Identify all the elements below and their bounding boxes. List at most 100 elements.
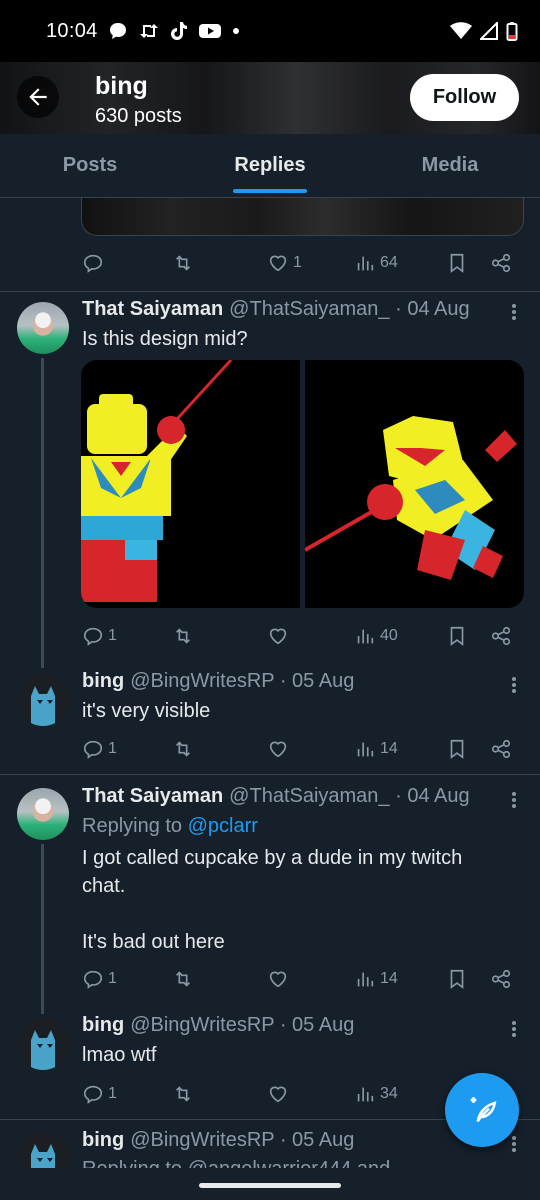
repost-button[interactable]: [172, 968, 194, 990]
more-options-button[interactable]: [505, 1017, 523, 1041]
reply-count: 1: [108, 740, 117, 757]
bookmark-button[interactable]: [446, 968, 468, 990]
repost-button[interactable]: [172, 738, 194, 760]
more-options-button[interactable]: [505, 788, 523, 812]
bookmark-icon: [450, 253, 464, 273]
tweet-actions: 1 64: [82, 248, 522, 278]
like-button[interactable]: 1: [267, 252, 302, 274]
heart-icon: [269, 741, 287, 758]
tab-media[interactable]: Media: [360, 134, 540, 197]
like-button[interactable]: [267, 1083, 289, 1105]
reply-count: 1: [108, 970, 117, 987]
tab-label: Replies: [234, 154, 306, 176]
tweet-header: bing @BingWritesRP · 05 Aug: [82, 670, 354, 693]
author-handle[interactable]: @ThatSaiyaman_ · 04 Aug: [229, 785, 469, 808]
compose-feather-icon: [470, 1097, 497, 1123]
author-handle[interactable]: @BingWritesRP · 05 Aug: [130, 670, 354, 693]
views-button[interactable]: 34: [354, 1083, 398, 1105]
reply-button[interactable]: 1: [82, 738, 117, 760]
mention-link[interactable]: @pclarr: [188, 815, 258, 837]
avatar[interactable]: [17, 674, 69, 726]
system-nav-bar: [0, 1168, 540, 1200]
tiktok-icon: [170, 22, 187, 40]
media-image-right[interactable]: [305, 360, 524, 608]
avatar[interactable]: [17, 788, 69, 840]
reply-icon: [83, 254, 103, 273]
reply-button[interactable]: [82, 252, 104, 274]
views-icon: [357, 629, 374, 644]
more-options-button[interactable]: [505, 300, 523, 324]
avatar[interactable]: [17, 302, 69, 354]
share-button[interactable]: [490, 968, 512, 990]
views-icon: [357, 256, 374, 271]
heart-icon: [269, 628, 287, 645]
author-name[interactable]: bing: [82, 670, 124, 693]
tweet-divider: [0, 774, 540, 775]
bookmark-button[interactable]: [446, 738, 468, 760]
media-image-left[interactable]: [81, 360, 300, 608]
author-name[interactable]: bing: [82, 1014, 124, 1037]
view-count: 14: [380, 740, 398, 757]
share-button[interactable]: [490, 625, 512, 647]
post-image[interactable]: [81, 198, 524, 236]
views-button[interactable]: 14: [354, 738, 398, 760]
share-button[interactable]: [490, 252, 512, 274]
like-count: 1: [293, 254, 302, 271]
more-icon: [512, 792, 516, 808]
replying-to: Replying to @angelwarrior444 and: [82, 1158, 390, 1168]
like-button[interactable]: [267, 738, 289, 760]
tab-replies[interactable]: Replies: [180, 134, 360, 197]
compose-post-button[interactable]: [445, 1073, 519, 1147]
author-handle[interactable]: @ThatSaiyaman_ · 04 Aug: [229, 298, 469, 321]
timeline[interactable]: 1 64 That Saiyaman @ThatSaiyaman_ · 04 A…: [0, 198, 540, 1168]
more-icon: [512, 1136, 516, 1152]
avatar[interactable]: [17, 1018, 69, 1070]
more-options-button[interactable]: [505, 673, 523, 697]
views-icon: [357, 972, 374, 987]
repost-icon: [175, 971, 191, 987]
author-handle[interactable]: @BingWritesRP · 05 Aug: [130, 1129, 354, 1152]
view-count: 40: [380, 627, 398, 644]
profile-header: bing 630 posts Follow: [0, 62, 540, 134]
like-button[interactable]: [267, 625, 289, 647]
back-button[interactable]: [17, 76, 59, 118]
heart-icon: [269, 1086, 287, 1103]
reply-button[interactable]: 1: [82, 1083, 117, 1105]
share-icon: [491, 253, 511, 273]
avatar[interactable]: [17, 1132, 69, 1168]
repost-button[interactable]: [172, 252, 194, 274]
signal-icon: [480, 22, 498, 40]
lego-figure-action-image: [305, 416, 517, 580]
reply-button[interactable]: 1: [82, 625, 117, 647]
repost-button[interactable]: [172, 625, 194, 647]
follow-button[interactable]: Follow: [410, 74, 519, 121]
like-button[interactable]: [267, 968, 289, 990]
views-button[interactable]: 64: [354, 252, 398, 274]
reply-icon: [83, 970, 103, 989]
profile-name: bing: [95, 72, 148, 100]
lego-figure-front-image: [81, 360, 233, 602]
author-name[interactable]: bing: [82, 1129, 124, 1152]
reply-button[interactable]: 1: [82, 968, 117, 990]
tweet-media[interactable]: [81, 360, 524, 608]
bookmark-button[interactable]: [446, 252, 468, 274]
share-icon: [491, 626, 511, 646]
reply-icon: [83, 627, 103, 646]
views-button[interactable]: 40: [354, 625, 398, 647]
views-button[interactable]: 14: [354, 968, 398, 990]
author-name[interactable]: That Saiyaman: [82, 298, 223, 321]
home-gesture-handle[interactable]: [199, 1183, 341, 1188]
notification-dot-icon: [232, 28, 239, 34]
reply-icon: [83, 1085, 103, 1104]
back-arrow-icon: [29, 88, 47, 106]
post-count: 630 posts: [95, 105, 182, 127]
repost-button[interactable]: [172, 1083, 194, 1105]
bookmark-button[interactable]: [446, 625, 468, 647]
share-button[interactable]: [490, 738, 512, 760]
tweet-text-gap: [82, 900, 512, 928]
author-handle[interactable]: @BingWritesRP · 05 Aug: [130, 1014, 354, 1037]
thread-line: [41, 358, 44, 668]
tab-posts[interactable]: Posts: [0, 134, 180, 197]
author-name[interactable]: That Saiyaman: [82, 785, 223, 808]
share-icon: [491, 969, 511, 989]
